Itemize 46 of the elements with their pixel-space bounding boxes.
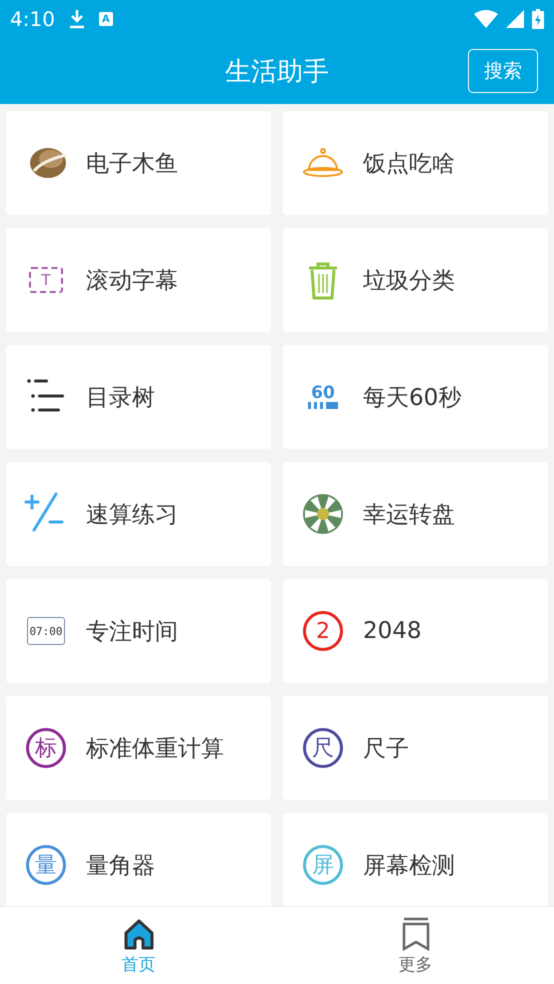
tool-card[interactable]: 饭点吃啥 xyxy=(283,111,548,215)
notification-icon: A xyxy=(98,12,113,26)
tool-label: 幸运转盘 xyxy=(363,500,455,530)
tool-label: 电子木鱼 xyxy=(86,150,178,178)
tool-card[interactable]: 垃圾分类 xyxy=(283,228,548,332)
tool-card[interactable]: 速算练习 xyxy=(6,462,271,566)
tool-label: 目录树 xyxy=(86,384,155,412)
status-time: 4:10 xyxy=(10,7,55,31)
tool-label: 滚动字幕 xyxy=(86,266,178,296)
tool-label: 垃圾分类 xyxy=(363,266,455,296)
character-badge-icon: 标 xyxy=(26,728,66,768)
marquee-icon: T xyxy=(29,267,63,293)
tool-label: 速算练习 xyxy=(86,500,178,530)
app-title: 生活助手 xyxy=(225,56,329,88)
tool-card[interactable]: 电子木鱼 xyxy=(6,111,271,215)
tool-label: 屏幕检测 xyxy=(363,852,455,880)
tool-label: 每天60秒 xyxy=(363,384,462,412)
wheel-icon xyxy=(301,492,345,536)
tool-label: 量角器 xyxy=(86,852,155,880)
bookmark-icon xyxy=(400,916,430,950)
tool-label: 专注时间 xyxy=(86,618,178,646)
tool-card[interactable]: 尺 尺子 xyxy=(283,696,548,800)
tool-card[interactable]: 目录树 xyxy=(6,345,271,449)
tool-card[interactable]: 60 每天60秒 xyxy=(283,345,548,449)
signal-icon xyxy=(506,10,524,28)
tool-card[interactable]: 标 标准体重计算 xyxy=(6,696,271,800)
tool-label: 标准体重计算 xyxy=(86,734,224,764)
download-icon xyxy=(68,9,85,29)
character-badge-icon: 尺 xyxy=(303,728,343,768)
tool-card[interactable]: 07:00 专注时间 xyxy=(6,579,271,683)
alarm-clock-icon: 07:00 xyxy=(27,617,65,645)
character-badge-icon: 2 xyxy=(303,611,343,651)
tool-label: 饭点吃啥 xyxy=(363,150,455,178)
tool-card[interactable]: 量 量角器 xyxy=(6,813,271,906)
battery-icon xyxy=(532,9,544,29)
tool-card[interactable]: T 滚动字幕 xyxy=(6,228,271,332)
tool-label: 尺子 xyxy=(363,734,409,764)
nav-tab[interactable]: 更多 xyxy=(277,907,554,984)
home-icon xyxy=(122,916,156,950)
tool-label: 2048 xyxy=(363,618,422,644)
character-badge-icon: 量 xyxy=(26,845,66,885)
wifi-icon xyxy=(474,10,498,28)
character-badge-icon: 屏 xyxy=(303,845,343,885)
tool-card[interactable]: 屏 屏幕检测 xyxy=(283,813,548,906)
tool-card[interactable]: 幸运转盘 xyxy=(283,462,548,566)
tool-card[interactable]: 2 2048 xyxy=(283,579,548,683)
